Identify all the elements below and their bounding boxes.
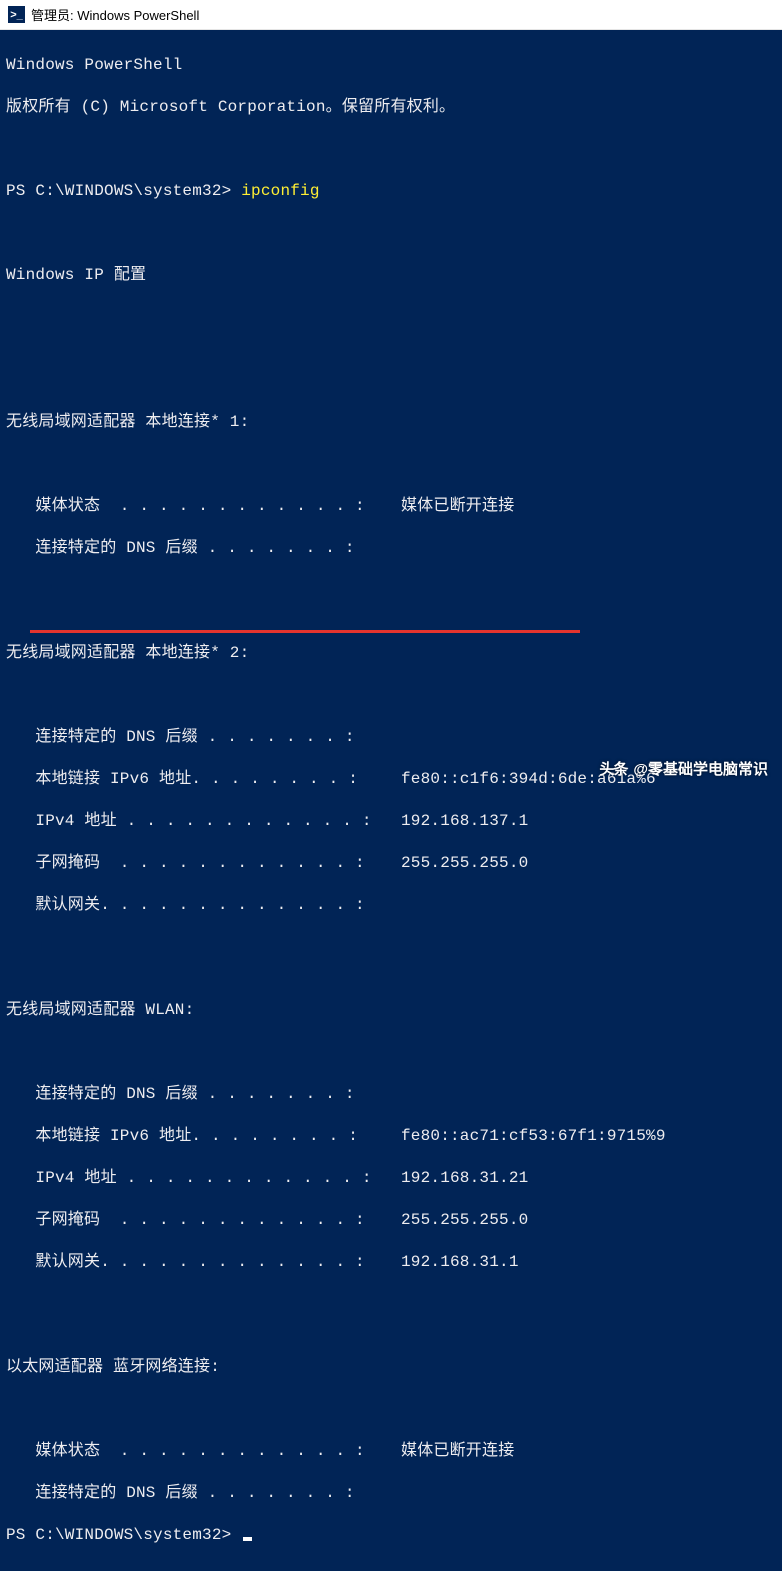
- row-value: 媒体已断开连接: [401, 1441, 514, 1462]
- config-row: 本地链接 IPv6 地址. . . . . . . . : fe80::ac71…: [6, 1126, 776, 1147]
- row-label: 连接特定的 DNS 后缀 . . . . . . . :: [6, 727, 401, 748]
- row-label: 默认网关. . . . . . . . . . . . . :: [6, 1252, 401, 1273]
- row-label: 连接特定的 DNS 后缀 . . . . . . . :: [6, 1483, 401, 1504]
- prompt-line-2[interactable]: PS C:\WINDOWS\system32>: [6, 1525, 776, 1546]
- row-label: 连接特定的 DNS 后缀 . . . . . . . :: [6, 538, 401, 559]
- blank-line: [6, 1399, 776, 1420]
- config-row: IPv4 地址 . . . . . . . . . . . . : 192.16…: [6, 811, 776, 832]
- cursor-icon: [243, 1537, 252, 1541]
- terminal-body[interactable]: Windows PowerShell 版权所有 (C) Microsoft Co…: [0, 30, 782, 1571]
- adapter-header: 无线局域网适配器 WLAN:: [6, 1000, 776, 1021]
- config-row: IPv4 地址 . . . . . . . . . . . . : 192.16…: [6, 1168, 776, 1189]
- blank-line: [6, 1042, 776, 1063]
- config-row: 连接特定的 DNS 后缀 . . . . . . . :: [6, 538, 776, 559]
- ipconfig-title: Windows IP 配置: [6, 265, 776, 286]
- highlight-underline: [30, 630, 580, 633]
- adapter-header: 以太网适配器 蓝牙网络连接:: [6, 1357, 776, 1378]
- config-row: 媒体状态 . . . . . . . . . . . . : 媒体已断开连接: [6, 496, 776, 517]
- config-row: 子网掩码 . . . . . . . . . . . . : 255.255.2…: [6, 853, 776, 874]
- powershell-icon: >_: [8, 6, 25, 23]
- row-label: 连接特定的 DNS 后缀 . . . . . . . :: [6, 1084, 401, 1105]
- row-label: 本地链接 IPv6 地址. . . . . . . . :: [6, 769, 401, 790]
- row-label: IPv4 地址 . . . . . . . . . . . . :: [6, 811, 401, 832]
- blank-line: [6, 685, 776, 706]
- row-label: 子网掩码 . . . . . . . . . . . . :: [6, 1210, 401, 1231]
- config-row: 连接特定的 DNS 后缀 . . . . . . . :: [6, 1084, 776, 1105]
- blank-line: [6, 937, 776, 958]
- config-row: 连接特定的 DNS 后缀 . . . . . . . :: [6, 727, 776, 748]
- banner-line-1: Windows PowerShell: [6, 55, 776, 76]
- blank-line: [6, 1294, 776, 1315]
- blank-line: [6, 454, 776, 475]
- row-value: 媒体已断开连接: [401, 496, 514, 517]
- row-value: 255.255.255.0: [401, 853, 528, 874]
- prompt-path: PS C:\WINDOWS\system32>: [6, 182, 241, 200]
- row-value: fe80::ac71:cf53:67f1:9715%9: [401, 1126, 666, 1147]
- blank-line: [6, 580, 776, 601]
- config-row-highlighted: 默认网关. . . . . . . . . . . . . : 192.168.…: [6, 1252, 776, 1273]
- prompt-path: PS C:\WINDOWS\system32>: [6, 1526, 241, 1544]
- prompt-command: ipconfig: [241, 182, 319, 200]
- adapter-header: 无线局域网适配器 本地连接* 1:: [6, 412, 776, 433]
- row-value: 192.168.31.1: [401, 1252, 519, 1273]
- row-value: 255.255.255.0: [401, 1210, 528, 1231]
- row-value: 192.168.31.21: [401, 1168, 528, 1189]
- watermark-handle: @零基础学电脑常识: [633, 758, 768, 779]
- row-value: 192.168.137.1: [401, 811, 528, 832]
- config-row: 默认网关. . . . . . . . . . . . . :: [6, 895, 776, 916]
- row-label: 本地链接 IPv6 地址. . . . . . . . :: [6, 1126, 401, 1147]
- config-row: 子网掩码 . . . . . . . . . . . . : 255.255.2…: [6, 1210, 776, 1231]
- blank-line: [6, 139, 776, 160]
- blank-line: [6, 307, 776, 328]
- window-title: 管理员: Windows PowerShell: [31, 5, 199, 24]
- blank-line: [6, 223, 776, 244]
- row-label: 子网掩码 . . . . . . . . . . . . :: [6, 853, 401, 874]
- watermark-brand: 头条: [599, 758, 627, 779]
- banner-line-2: 版权所有 (C) Microsoft Corporation。保留所有权利。: [6, 97, 776, 118]
- watermark: 头条 @零基础学电脑常识: [599, 758, 768, 779]
- prompt-line-1: PS C:\WINDOWS\system32> ipconfig: [6, 181, 776, 202]
- row-label: 默认网关. . . . . . . . . . . . . :: [6, 895, 401, 916]
- window-title-bar[interactable]: >_ 管理员: Windows PowerShell: [0, 0, 782, 30]
- row-label: 媒体状态 . . . . . . . . . . . . :: [6, 496, 401, 517]
- blank-line: [6, 349, 776, 370]
- config-row: 连接特定的 DNS 后缀 . . . . . . . :: [6, 1483, 776, 1504]
- config-row: 媒体状态 . . . . . . . . . . . . : 媒体已断开连接: [6, 1441, 776, 1462]
- row-label: IPv4 地址 . . . . . . . . . . . . :: [6, 1168, 401, 1189]
- row-label: 媒体状态 . . . . . . . . . . . . :: [6, 1441, 401, 1462]
- adapter-header: 无线局域网适配器 本地连接* 2:: [6, 643, 776, 664]
